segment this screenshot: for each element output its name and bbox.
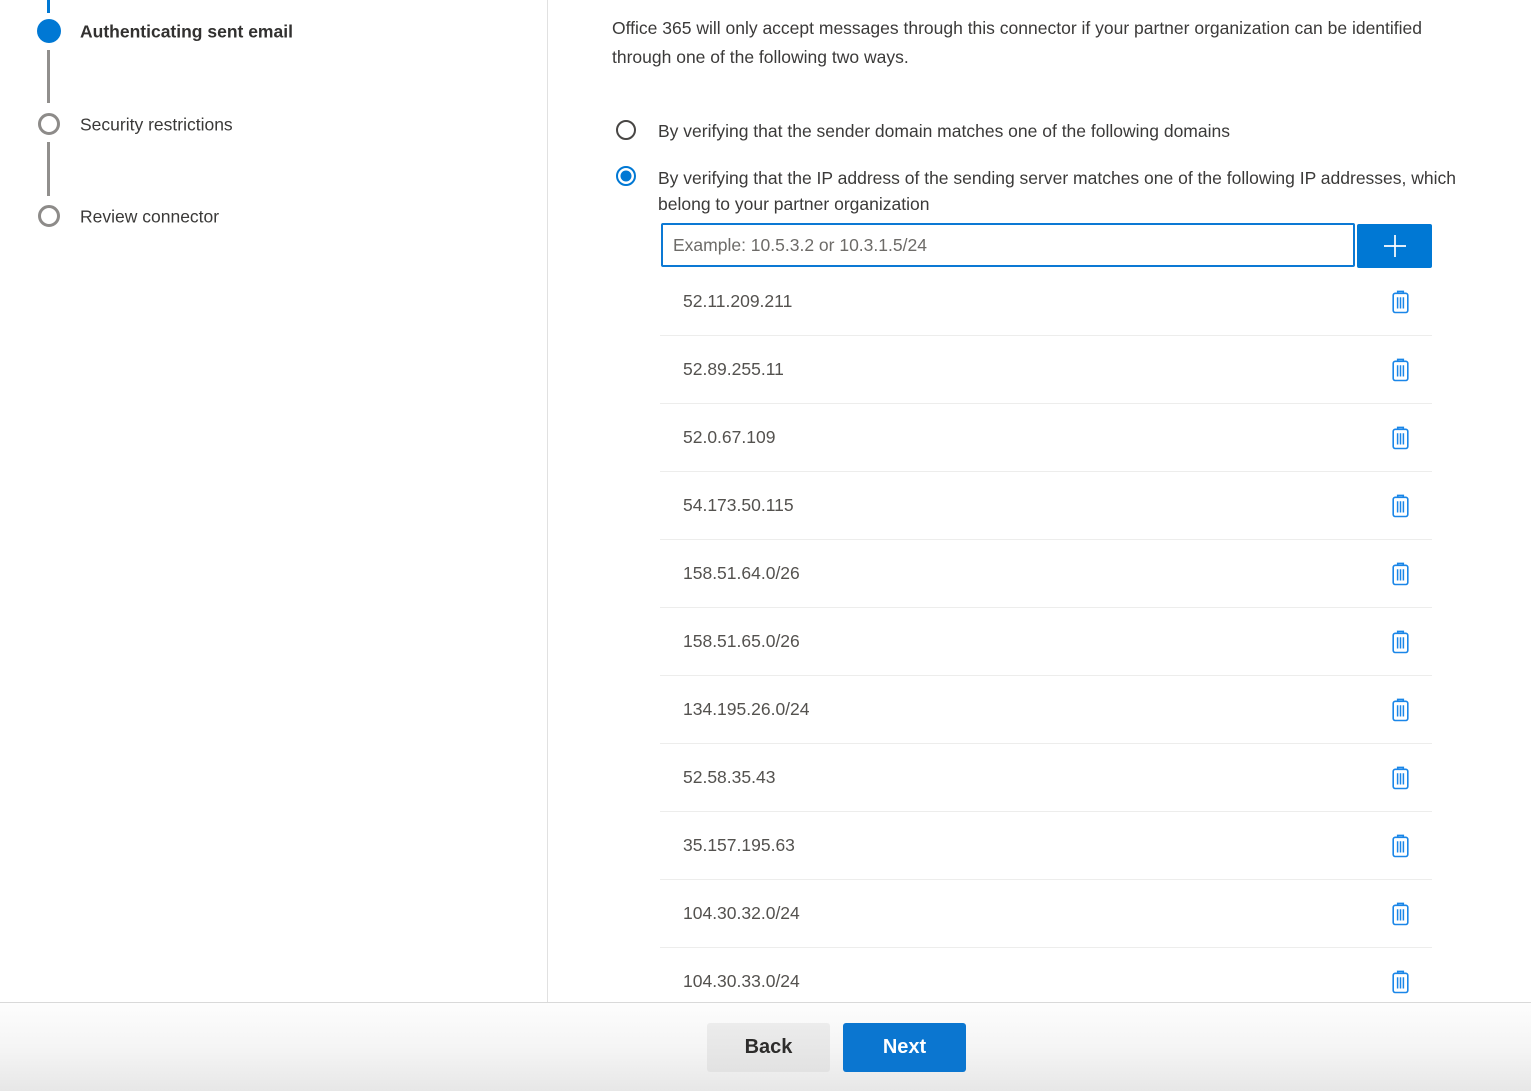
ip-address-list: 52.11.209.211 52.89.255.11	[660, 268, 1432, 1002]
ip-address-row: 52.58.35.43	[660, 744, 1432, 812]
trash-icon	[1391, 426, 1410, 450]
ip-address-value: 52.11.209.211	[683, 291, 1382, 312]
step-indicator-review-connector[interactable]	[38, 205, 60, 227]
ip-entry-row	[661, 223, 1432, 268]
delete-ip-button[interactable]	[1382, 556, 1418, 592]
ip-address-value: 52.89.255.11	[683, 359, 1382, 380]
step-indicator-authenticating-sent-email[interactable]	[37, 19, 61, 43]
step-indicator-security-restrictions[interactable]	[38, 113, 60, 135]
delete-ip-button[interactable]	[1382, 828, 1418, 864]
trash-icon	[1391, 834, 1410, 858]
ip-address-value: 158.51.65.0/26	[683, 631, 1382, 652]
delete-ip-button[interactable]	[1382, 352, 1418, 388]
add-ip-button[interactable]	[1357, 224, 1432, 268]
option-ip-address[interactable]: By verifying that the IP address of the …	[616, 165, 1468, 217]
delete-ip-button[interactable]	[1382, 624, 1418, 660]
ip-address-row: 104.30.33.0/24	[660, 948, 1432, 1002]
wizard-footer: Back Next	[0, 1002, 1531, 1091]
delete-ip-button[interactable]	[1382, 896, 1418, 932]
back-button[interactable]: Back	[707, 1023, 830, 1072]
ip-address-row: 52.89.255.11	[660, 336, 1432, 404]
trash-icon	[1391, 562, 1410, 586]
ip-address-row: 158.51.64.0/26	[660, 540, 1432, 608]
authenticating-sent-email-panel: Office 365 will only accept messages thr…	[612, 0, 1531, 1002]
delete-ip-button[interactable]	[1382, 760, 1418, 796]
trash-icon	[1391, 698, 1410, 722]
ip-address-value: 52.58.35.43	[683, 767, 1382, 788]
intro-text: Office 365 will only accept messages thr…	[612, 14, 1482, 72]
delete-ip-button[interactable]	[1382, 284, 1418, 320]
ip-address-row: 52.0.67.109	[660, 404, 1432, 472]
ip-address-value: 104.30.33.0/24	[683, 971, 1382, 992]
step-label-authenticating-sent-email[interactable]: Authenticating sent email	[80, 22, 293, 43]
ip-address-value: 35.157.195.63	[683, 835, 1382, 856]
option-sender-domain[interactable]: By verifying that the sender domain matc…	[616, 119, 1438, 143]
ip-address-value: 54.173.50.115	[683, 495, 1382, 516]
ip-address-row: 35.157.195.63	[660, 812, 1432, 880]
delete-ip-button[interactable]	[1382, 964, 1418, 1000]
radio-unselected-icon[interactable]	[616, 120, 636, 140]
option-sender-domain-label: By verifying that the sender domain matc…	[658, 119, 1438, 143]
connector-wizard-page: Authenticating sent email Security restr…	[0, 0, 1531, 1091]
ip-address-value: 52.0.67.109	[683, 427, 1382, 448]
step-connector-top	[47, 0, 50, 13]
step-label-review-connector[interactable]: Review connector	[80, 207, 219, 228]
trash-icon	[1391, 290, 1410, 314]
trash-icon	[1391, 766, 1410, 790]
wizard-stepper-pane: Authenticating sent email Security restr…	[0, 0, 548, 1002]
ip-address-value: 104.30.32.0/24	[683, 903, 1382, 924]
trash-icon	[1391, 494, 1410, 518]
trash-icon	[1391, 630, 1410, 654]
trash-icon	[1391, 902, 1410, 926]
ip-address-row: 104.30.32.0/24	[660, 880, 1432, 948]
step-connector	[47, 142, 50, 196]
ip-address-input[interactable]	[661, 223, 1355, 267]
ip-address-row: 54.173.50.115	[660, 472, 1432, 540]
ip-address-row: 158.51.65.0/26	[660, 608, 1432, 676]
ip-address-row: 52.11.209.211	[660, 268, 1432, 336]
radio-selected-icon[interactable]	[616, 166, 636, 186]
ip-address-value: 158.51.64.0/26	[683, 563, 1382, 584]
delete-ip-button[interactable]	[1382, 488, 1418, 524]
delete-ip-button[interactable]	[1382, 692, 1418, 728]
plus-icon	[1380, 231, 1410, 261]
next-button[interactable]: Next	[843, 1023, 966, 1072]
ip-address-row: 134.195.26.0/24	[660, 676, 1432, 744]
trash-icon	[1391, 358, 1410, 382]
trash-icon	[1391, 970, 1410, 994]
delete-ip-button[interactable]	[1382, 420, 1418, 456]
step-label-security-restrictions[interactable]: Security restrictions	[80, 115, 233, 136]
step-connector	[47, 50, 50, 103]
option-ip-address-label: By verifying that the IP address of the …	[658, 165, 1468, 217]
ip-address-value: 134.195.26.0/24	[683, 699, 1382, 720]
